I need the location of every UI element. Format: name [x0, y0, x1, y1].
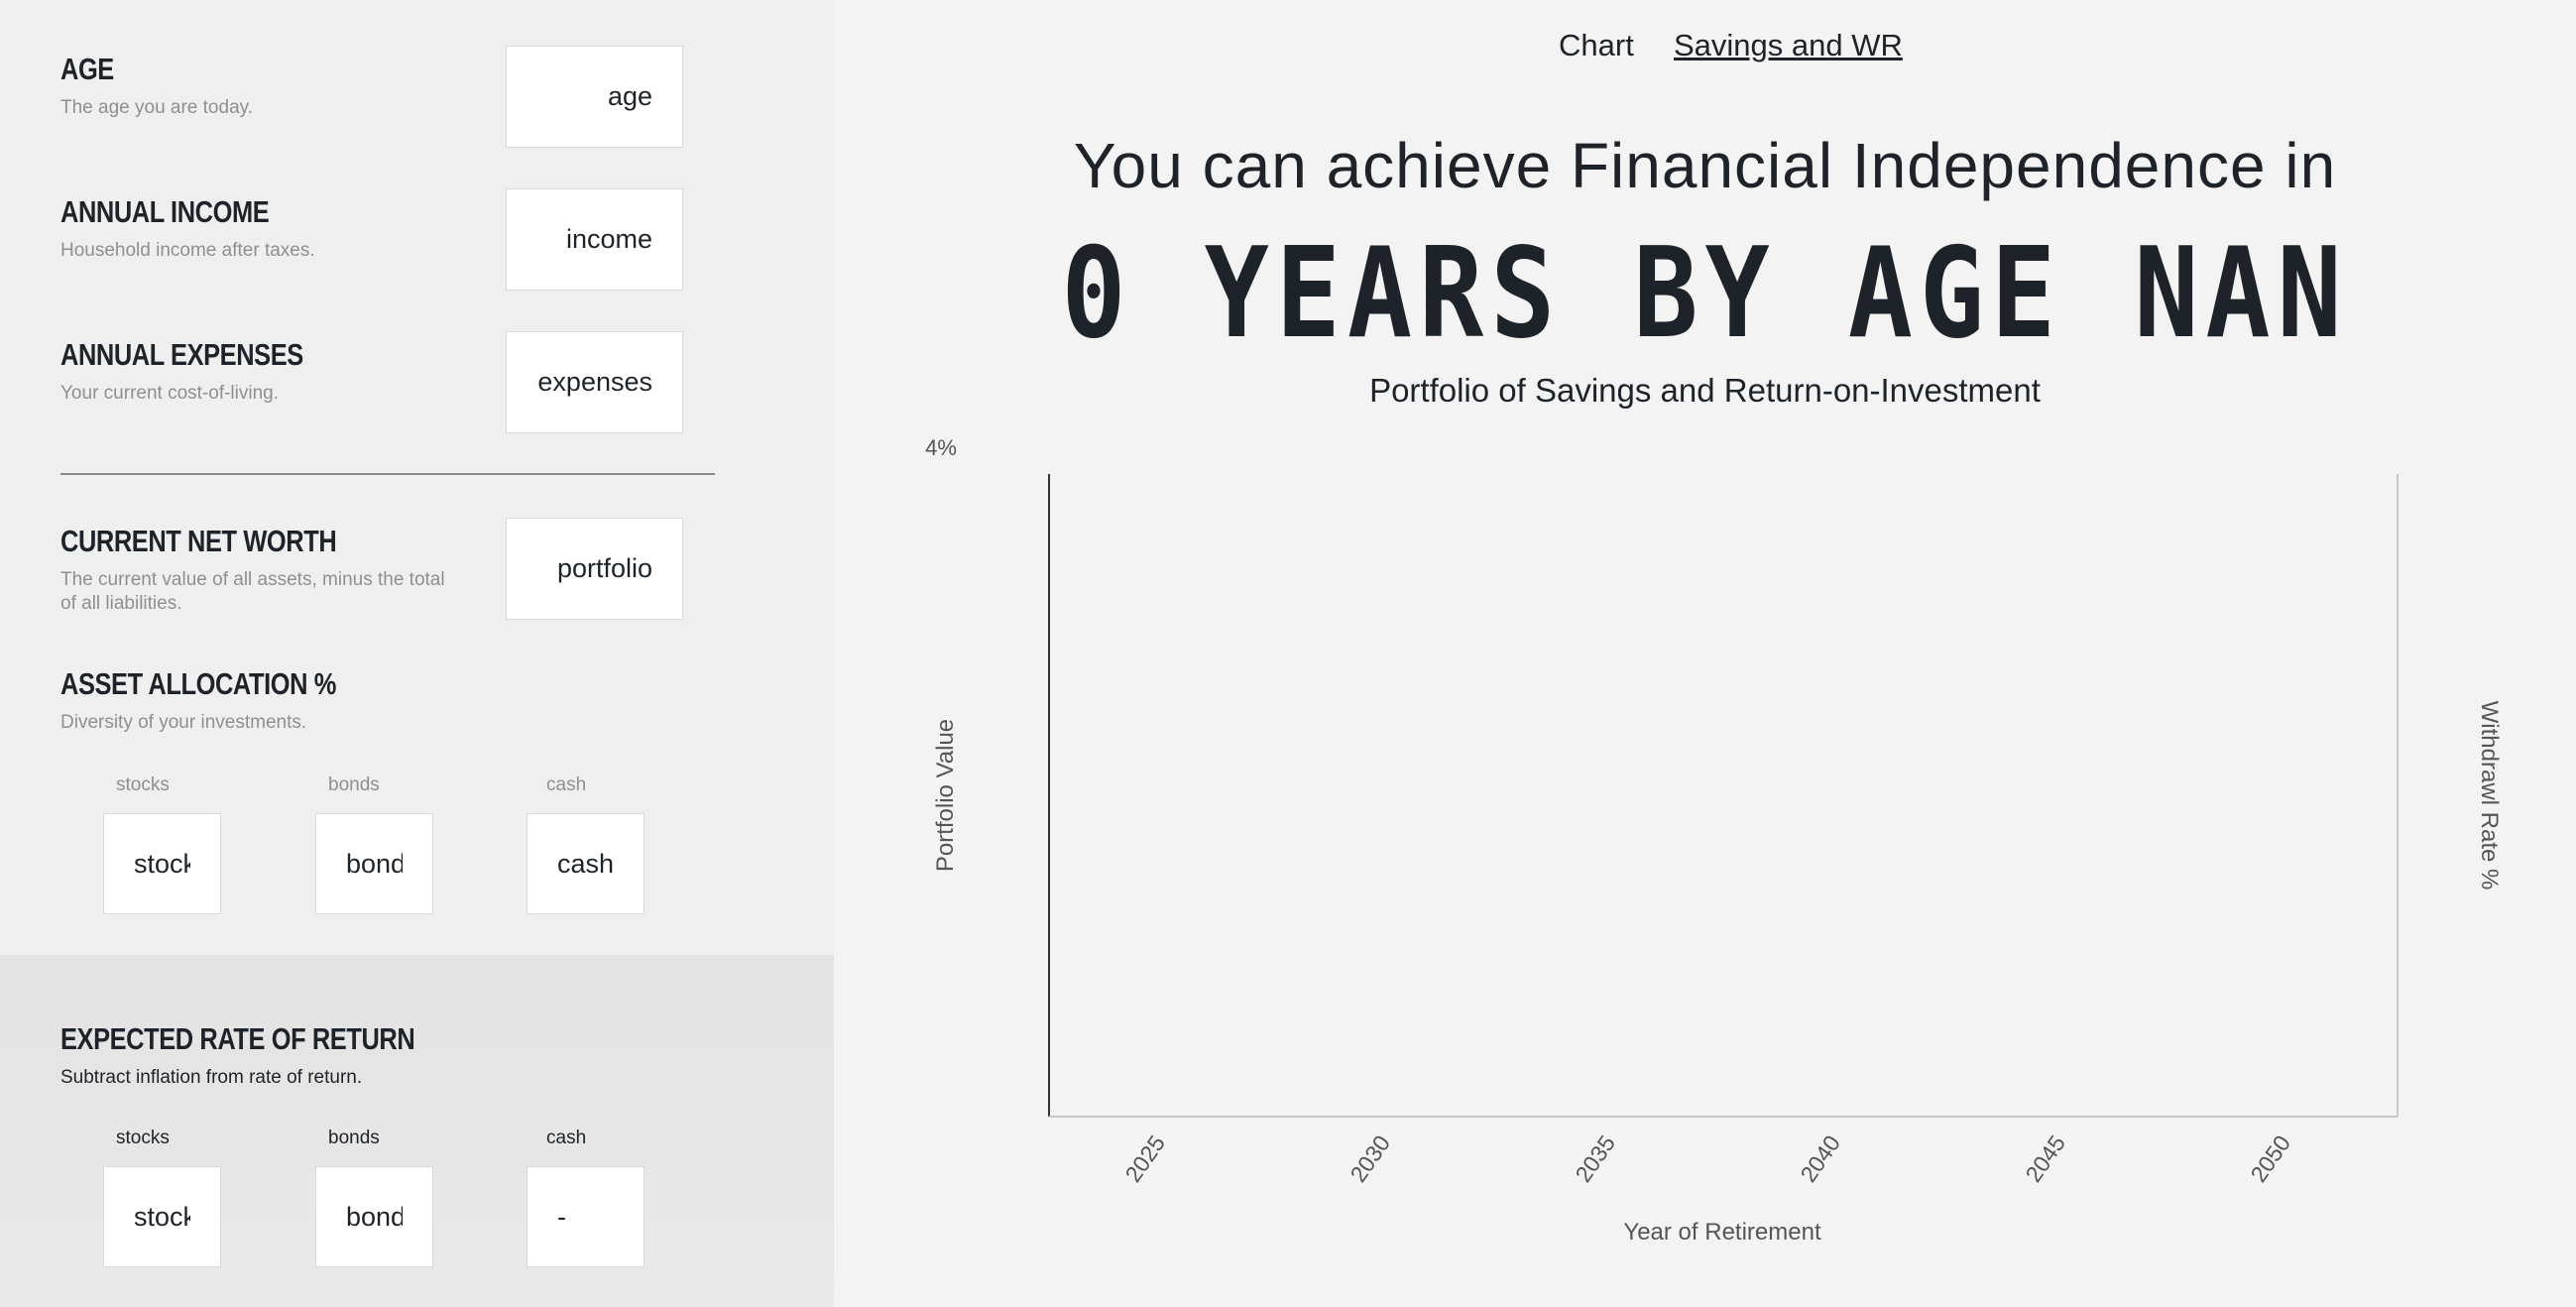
allocation-stocks-label: stocks [116, 774, 170, 795]
x-tick-labels: 2025 2030 2035 2040 2045 2050 [1119, 1130, 2295, 1187]
net-worth-desc: The current value of all assets, minus t… [60, 569, 445, 614]
x-tick-label: 2045 [2020, 1130, 2070, 1187]
return-bonds-label: bonds [328, 1128, 380, 1148]
result-years: 0 YEARS BY AGE NAN [1061, 220, 2349, 366]
allocation-bonds-label: bonds [328, 774, 380, 795]
return-title: EXPECTED RATE OF RETURN [60, 1021, 415, 1056]
chart-top-mask [834, 436, 2576, 458]
x-tick-label: 2035 [1570, 1130, 1620, 1187]
allocation-desc: Diversity of your investments. [60, 712, 307, 733]
y-axis-label: Portfolio Value [932, 719, 959, 872]
return-cash-label: cash [546, 1128, 587, 1148]
age-title: AGE [60, 52, 114, 86]
age-desc: The age you are today. [60, 97, 253, 118]
allocation-title: ASSET ALLOCATION % [60, 666, 336, 701]
allocation-cash-input[interactable] [527, 813, 644, 914]
return-desc: Subtract inflation from rate of return. [60, 1067, 363, 1088]
allocation-cash-label: cash [546, 774, 587, 795]
income-input[interactable] [506, 188, 683, 291]
x-tick-label: 2030 [1345, 1130, 1395, 1187]
income-desc: Household income after taxes. [60, 240, 315, 261]
chart-title: Portfolio of Savings and Return-on-Inves… [1369, 372, 2041, 409]
y2-partial-tick: 4% [925, 436, 957, 460]
x-tick-label: 2050 [2245, 1130, 2295, 1187]
section-divider [60, 473, 715, 475]
expenses-input[interactable] [506, 331, 683, 433]
expenses-desc: Your current cost-of-living. [60, 383, 280, 404]
portfolio-chart: 4% 2025 2030 2035 2040 2045 2050 Year of Reti… [834, 436, 2576, 1246]
nav-chart-link[interactable]: Chart [1559, 28, 1634, 63]
return-stocks-label: stocks [116, 1128, 170, 1148]
x-tick-label: 2025 [1119, 1130, 1170, 1187]
result-headline: You can achieve Financial Independence i… [1073, 130, 2337, 201]
net-worth-input[interactable] [506, 518, 683, 620]
income-title: ANNUAL INCOME [60, 194, 270, 229]
net-worth-title: CURRENT NET WORTH [60, 524, 337, 558]
nav-savings-wr-link[interactable]: Savings and WR [1674, 28, 1903, 63]
allocation-stocks-input[interactable] [103, 813, 221, 914]
return-stocks-input[interactable] [103, 1166, 221, 1267]
age-input[interactable] [506, 46, 683, 148]
y2-axis-label: Withdrawl Rate % [2476, 701, 2503, 891]
allocation-bonds-input[interactable] [315, 813, 433, 914]
x-tick-label: 2040 [1795, 1130, 1845, 1187]
return-cash-input[interactable] [527, 1166, 644, 1267]
return-bonds-input[interactable] [315, 1166, 433, 1267]
expenses-title: ANNUAL EXPENSES [60, 337, 303, 372]
x-axis-label: Year of Retirement [1623, 1219, 1821, 1246]
